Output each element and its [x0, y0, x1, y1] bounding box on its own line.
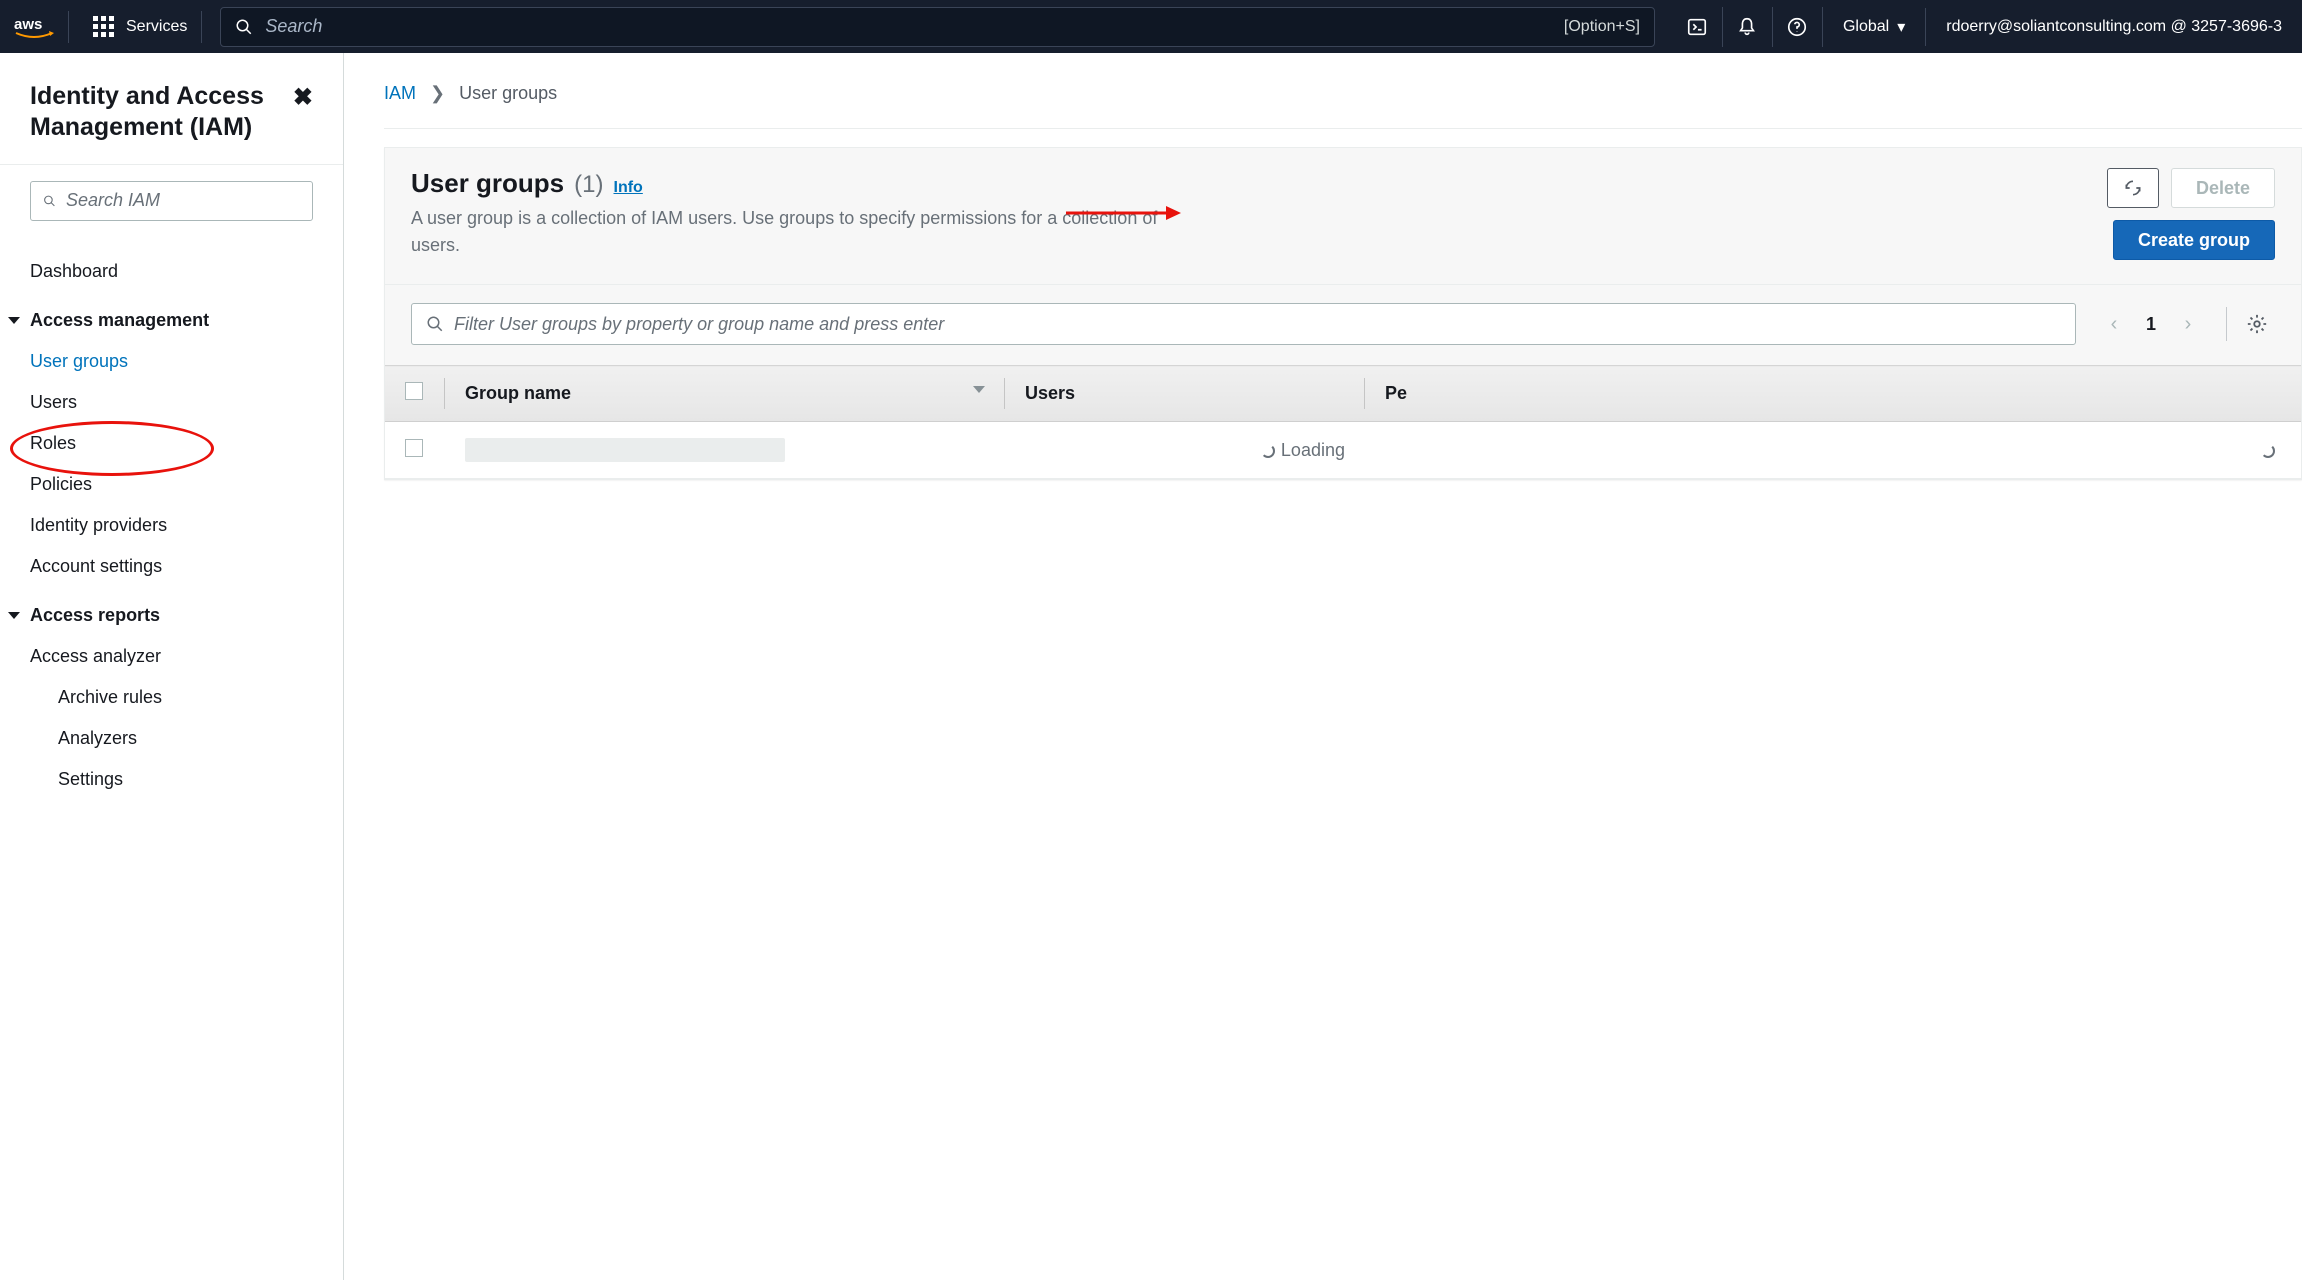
search-icon — [426, 315, 444, 333]
nav-analyzers[interactable]: Analyzers — [0, 718, 343, 759]
services-menu-button[interactable]: Services — [79, 11, 202, 43]
bell-icon — [1736, 16, 1758, 38]
region-selector[interactable]: Global ▾ — [1823, 8, 1926, 46]
spinner-icon — [2261, 444, 2275, 458]
main-content: IAM ❯ User groups User groups (1) Info A… — [344, 53, 2302, 1280]
breadcrumb: IAM ❯ User groups — [384, 83, 2302, 129]
global-search-input[interactable] — [265, 16, 1564, 37]
breadcrumb-iam[interactable]: IAM — [384, 83, 416, 104]
help-button[interactable] — [1773, 7, 1823, 47]
row-checkbox-cell[interactable] — [385, 422, 445, 479]
delete-button[interactable]: Delete — [2171, 168, 2275, 208]
user-display: rdoerry@soliantconsulting.com @ 3257-369… — [1946, 18, 2282, 35]
nav-dashboard[interactable]: Dashboard — [0, 251, 343, 292]
global-search[interactable]: [Option+S] — [220, 7, 1655, 47]
row-users-cell: Loading — [1005, 422, 1365, 479]
breadcrumb-current: User groups — [459, 83, 557, 104]
panel-description: A user group is a collection of IAM user… — [411, 205, 1171, 259]
column-users[interactable]: Users — [1005, 366, 1365, 422]
nav-identity-providers[interactable]: Identity providers — [0, 505, 343, 546]
services-label: Services — [126, 18, 187, 36]
row-group-name-cell — [445, 422, 1005, 479]
divider — [2226, 307, 2227, 341]
notifications-button[interactable] — [1723, 7, 1773, 47]
search-shortcut-hint: [Option+S] — [1564, 18, 1640, 36]
chevron-down-icon — [8, 612, 20, 619]
table-row: Loading — [385, 422, 2301, 479]
sidebar-search[interactable] — [30, 181, 313, 221]
user-groups-table: Group name Users Pe Loading — [385, 365, 2301, 479]
sidebar: Identity and Access Management (IAM) ✖ D… — [0, 53, 344, 1280]
nav-policies[interactable]: Policies — [0, 464, 343, 505]
panel-title: User groups — [411, 168, 564, 199]
nav-users[interactable]: Users — [0, 382, 343, 423]
close-sidebar-button[interactable]: ✖ — [293, 83, 313, 112]
sort-icon — [973, 386, 985, 393]
loading-skeleton — [465, 438, 785, 462]
filter-input[interactable] — [454, 314, 2061, 335]
page-number: 1 — [2136, 314, 2166, 335]
chevron-down-icon: ▾ — [1897, 17, 1905, 37]
nav-access-analyzer[interactable]: Access analyzer — [0, 636, 343, 677]
region-label: Global — [1843, 18, 1889, 36]
row-permissions-cell — [1365, 422, 2301, 479]
filter-input-wrap[interactable] — [411, 303, 2076, 345]
create-group-button[interactable]: Create group — [2113, 220, 2275, 260]
column-select-all[interactable] — [385, 366, 445, 422]
nav-section-access-reports[interactable]: Access reports — [0, 587, 343, 636]
chevron-down-icon — [8, 317, 20, 324]
sidebar-search-input[interactable] — [66, 190, 300, 211]
refresh-icon — [2123, 178, 2143, 198]
next-page-button[interactable]: › — [2170, 306, 2206, 342]
nav-settings[interactable]: Settings — [0, 759, 343, 800]
nav-archive-rules[interactable]: Archive rules — [0, 677, 343, 718]
cloudshell-button[interactable] — [1673, 7, 1723, 47]
cloudshell-icon — [1686, 16, 1708, 38]
pagination: ‹ 1 › — [2096, 306, 2275, 342]
user-groups-panel: User groups (1) Info A user group is a c… — [384, 147, 2302, 480]
search-icon — [43, 192, 56, 210]
nav-section-access-management[interactable]: Access management — [0, 292, 343, 341]
help-icon — [1786, 16, 1808, 38]
prev-page-button[interactable]: ‹ — [2096, 306, 2132, 342]
checkbox[interactable] — [405, 382, 423, 400]
nav-account-settings[interactable]: Account settings — [0, 546, 343, 587]
search-icon — [235, 18, 253, 36]
column-permissions[interactable]: Pe — [1365, 366, 2301, 422]
refresh-button[interactable] — [2107, 168, 2159, 208]
nav-user-groups[interactable]: User groups — [0, 341, 343, 382]
top-navigation: aws Services [Option+S] Global ▾ rdoerry… — [0, 0, 2302, 53]
spinner-icon — [1261, 444, 1275, 458]
gear-icon — [2246, 313, 2268, 335]
account-menu[interactable]: rdoerry@soliantconsulting.com @ 3257-369… — [1926, 18, 2302, 36]
info-link[interactable]: Info — [614, 179, 643, 197]
aws-logo[interactable]: aws — [14, 11, 69, 43]
nav-roles[interactable]: Roles — [0, 423, 343, 464]
sidebar-title: Identity and Access Management (IAM) — [30, 81, 293, 144]
panel-count: (1) — [574, 171, 603, 199]
checkbox[interactable] — [405, 439, 423, 457]
chevron-right-icon: ❯ — [430, 83, 445, 104]
grid-icon — [93, 16, 114, 37]
table-settings-button[interactable] — [2239, 306, 2275, 342]
column-group-name[interactable]: Group name — [445, 366, 1005, 422]
svg-text:aws: aws — [14, 16, 42, 33]
